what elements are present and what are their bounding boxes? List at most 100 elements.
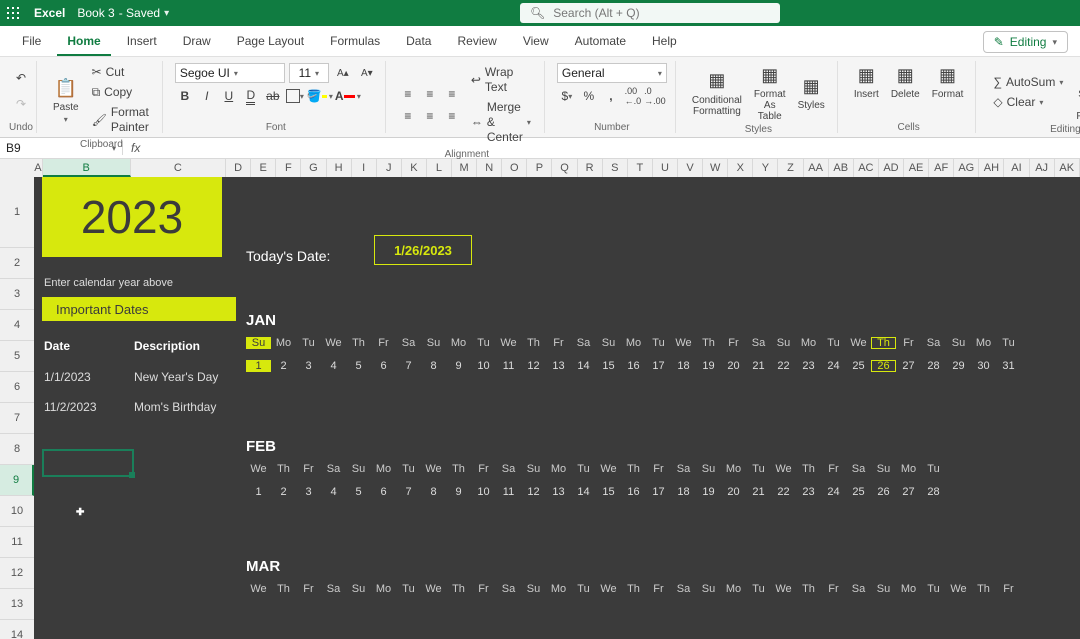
day-cell[interactable]: 13 [546, 486, 571, 498]
copy-button[interactable]: ⧉Copy [87, 83, 154, 102]
font-color-button[interactable]: A [335, 87, 355, 105]
row-header-9[interactable]: 9 [0, 465, 34, 496]
row-header-7[interactable]: 7 [0, 403, 34, 434]
col-header-AD[interactable]: AD [879, 159, 904, 177]
row-header-6[interactable]: 6 [0, 372, 34, 403]
col-header-AI[interactable]: AI [1004, 159, 1029, 177]
day-cell[interactable]: 21 [746, 486, 771, 498]
day-cell[interactable]: 28 [921, 486, 946, 498]
increase-font-button[interactable]: A▴ [333, 64, 353, 82]
day-cell[interactable]: 20 [721, 360, 746, 372]
double-underline-button[interactable]: D [241, 87, 261, 105]
day-cell[interactable]: 15 [596, 360, 621, 372]
row-header-11[interactable]: 11 [0, 527, 34, 558]
day-cell[interactable]: 26 [871, 360, 896, 372]
day-cell[interactable]: 5 [346, 360, 371, 372]
day-cell[interactable]: 29 [946, 360, 971, 372]
tab-automate[interactable]: Automate [565, 28, 636, 56]
day-cell[interactable]: 8 [421, 486, 446, 498]
tab-data[interactable]: Data [396, 28, 441, 56]
tab-draw[interactable]: Draw [173, 28, 221, 56]
day-cell[interactable]: 3 [296, 360, 321, 372]
align-right-button[interactable]: ≡ [442, 107, 462, 125]
day-cell[interactable]: 9 [446, 486, 471, 498]
percent-format-button[interactable]: % [579, 87, 599, 105]
col-header-M[interactable]: M [452, 159, 477, 177]
day-cell[interactable]: 5 [346, 486, 371, 498]
col-header-AA[interactable]: AA [804, 159, 829, 177]
day-cell[interactable]: 15 [596, 486, 621, 498]
col-header-P[interactable]: P [527, 159, 552, 177]
undo-button[interactable]: ↶ [11, 69, 31, 87]
tab-view[interactable]: View [513, 28, 559, 56]
align-middle-button[interactable]: ≡ [420, 85, 440, 103]
day-cell[interactable]: 17 [646, 486, 671, 498]
col-header-AF[interactable]: AF [929, 159, 954, 177]
delete-cells-button[interactable]: ▦Delete [887, 63, 924, 100]
format-cells-button[interactable]: ▦Format [928, 63, 968, 100]
autosum-button[interactable]: ∑AutoSum▾ [988, 73, 1068, 92]
day-cell[interactable]: 19 [696, 360, 721, 372]
tab-formulas[interactable]: Formulas [320, 28, 390, 56]
col-header-J[interactable]: J [377, 159, 402, 177]
col-header-C[interactable]: C [131, 159, 227, 177]
day-cell[interactable]: 18 [671, 360, 696, 372]
align-center-button[interactable]: ≡ [420, 107, 440, 125]
table-row[interactable]: 1/1/2023 [44, 370, 91, 384]
day-cell[interactable]: 16 [621, 486, 646, 498]
col-header-V[interactable]: V [678, 159, 703, 177]
format-as-table-button[interactable]: ▦Format As Table [750, 63, 790, 122]
col-header-Y[interactable]: Y [753, 159, 778, 177]
comma-format-button[interactable]: , [601, 87, 621, 105]
chevron-down-icon[interactable]: ▾ [329, 92, 333, 101]
chevron-down-icon[interactable]: ▾ [357, 92, 361, 101]
col-header-O[interactable]: O [502, 159, 527, 177]
day-cell[interactable]: 12 [521, 486, 546, 498]
day-cell[interactable]: 24 [821, 486, 846, 498]
cell-styles-button[interactable]: ▦Styles [794, 74, 829, 111]
paste-button[interactable]: 📋 Paste ▾ [49, 76, 83, 124]
day-cell[interactable]: 20 [721, 486, 746, 498]
fill-color-button[interactable]: 🪣 [307, 87, 327, 105]
day-cell[interactable]: 4 [321, 486, 346, 498]
col-header-F[interactable]: F [276, 159, 301, 177]
col-header-S[interactable]: S [603, 159, 628, 177]
tab-file[interactable]: File [12, 28, 51, 56]
col-header-E[interactable]: E [251, 159, 276, 177]
row-header-2[interactable]: 2 [0, 248, 34, 279]
row-header-1[interactable]: 1 [0, 177, 34, 248]
day-cell[interactable]: 3 [296, 486, 321, 498]
select-all-corner[interactable] [0, 159, 35, 178]
row-header-10[interactable]: 10 [0, 496, 34, 527]
col-header-AH[interactable]: AH [979, 159, 1004, 177]
day-cell[interactable]: 11 [496, 360, 521, 372]
col-header-T[interactable]: T [628, 159, 653, 177]
clear-button[interactable]: ◇Clear▾ [988, 93, 1068, 112]
row-header-8[interactable]: 8 [0, 434, 34, 465]
day-cell[interactable]: 17 [646, 360, 671, 372]
day-cell[interactable]: 4 [321, 360, 346, 372]
bold-button[interactable]: B [175, 87, 195, 105]
col-header-K[interactable]: K [402, 159, 427, 177]
col-header-G[interactable]: G [301, 159, 326, 177]
day-cell[interactable]: 11 [496, 486, 521, 498]
tab-insert[interactable]: Insert [117, 28, 167, 56]
font-size-dropdown[interactable]: 11▾ [289, 63, 329, 83]
col-header-AE[interactable]: AE [904, 159, 929, 177]
day-cell[interactable]: 13 [546, 360, 571, 372]
day-cell[interactable]: 7 [396, 486, 421, 498]
col-header-Z[interactable]: Z [778, 159, 803, 177]
column-headers[interactable]: ABCDEFGHIJKLMNOPQRSTUVWXYZAAABACADAEAFAG… [34, 159, 1080, 178]
col-header-I[interactable]: I [352, 159, 377, 177]
insert-cells-button[interactable]: ▦Insert [850, 63, 883, 100]
day-cell[interactable]: 8 [421, 360, 446, 372]
align-bottom-button[interactable]: ≡ [442, 85, 462, 103]
col-header-Q[interactable]: Q [552, 159, 577, 177]
underline-button[interactable]: U [219, 87, 239, 105]
table-row[interactable]: Mom's Birthday [134, 400, 216, 414]
accounting-format-button[interactable]: $▾ [557, 87, 577, 105]
increase-decimal-button[interactable]: .00←.0 [623, 87, 643, 105]
day-cell[interactable]: 31 [996, 360, 1021, 372]
strikethrough-button[interactable]: ab [263, 87, 283, 105]
row-header-13[interactable]: 13 [0, 589, 34, 620]
